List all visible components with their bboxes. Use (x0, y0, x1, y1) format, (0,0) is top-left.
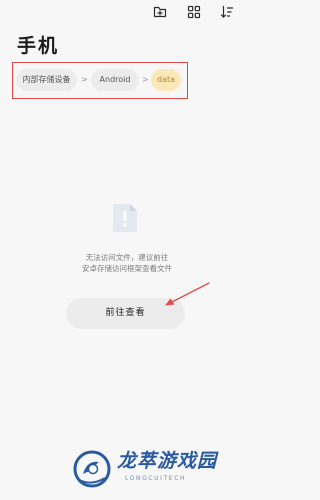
breadcrumb-item-data[interactable]: data (151, 69, 181, 91)
watermark-site-subtitle: LONGCUITECH (125, 475, 187, 482)
watermark-site-name: 龙萃游戏园 (117, 450, 218, 472)
page-title: 手机 (17, 35, 60, 57)
grid-view-icon[interactable] (187, 5, 201, 19)
breadcrumb-item-internal-storage[interactable]: 内部存储设备 (16, 69, 77, 91)
message-line-2: 安卓存储访问框架查看文件 (82, 264, 172, 273)
annotation-arrow-icon (160, 280, 212, 308)
message-line-1: 无法访问文件，建议前往 (85, 253, 169, 262)
breadcrumb-separator: > (142, 75, 149, 84)
empty-state-message: 无法访问文件，建议前往 安卓存储访问框架查看文件 (55, 252, 199, 274)
watermark-logo-icon (73, 450, 111, 488)
breadcrumb-separator: > (81, 75, 88, 84)
breadcrumb-item-android[interactable]: Android (91, 69, 139, 91)
sort-icon[interactable] (220, 5, 234, 19)
new-folder-icon[interactable] (153, 5, 167, 19)
warning-document-icon (112, 203, 138, 233)
